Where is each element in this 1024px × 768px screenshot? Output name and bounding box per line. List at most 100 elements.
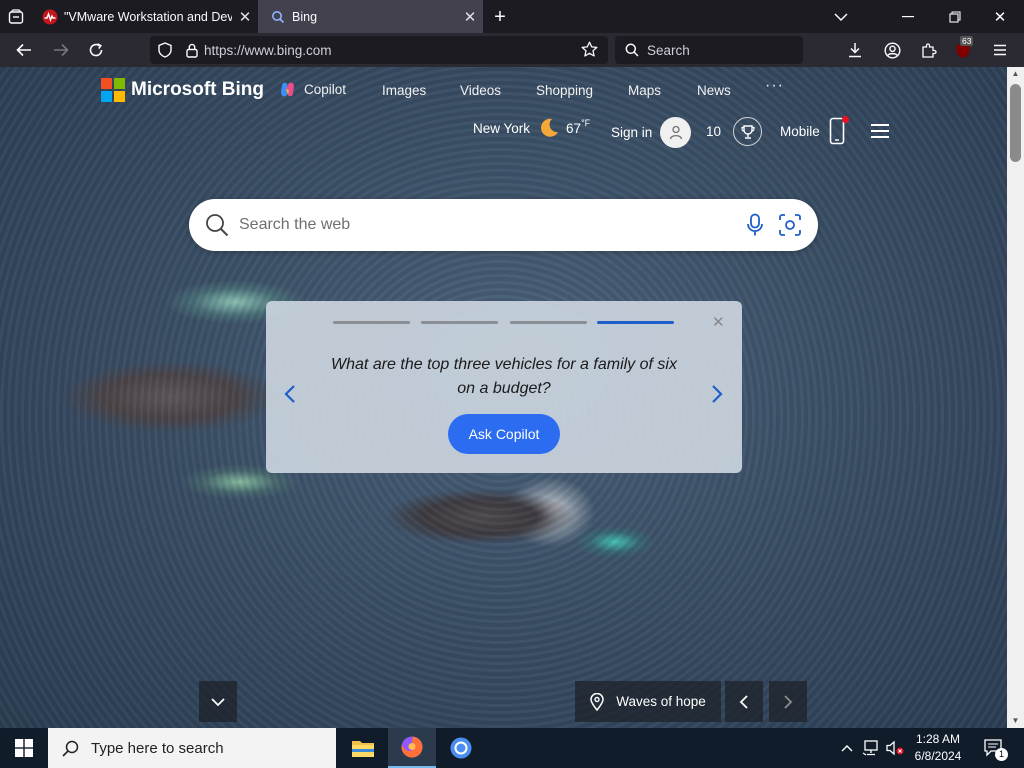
lock-icon[interactable]	[186, 43, 198, 58]
visual-search-camera-icon[interactable]	[778, 213, 802, 237]
avatar-icon	[660, 117, 692, 148]
scroll-up-arrow-icon[interactable]: ▲	[1007, 67, 1024, 81]
firefox-taskbar-button[interactable]	[388, 728, 436, 768]
mobile-label: Mobile	[780, 123, 820, 139]
search-input[interactable]: Search the web	[239, 216, 746, 234]
bookmark-star-icon[interactable]	[581, 41, 598, 58]
next-suggestion-chevron-icon[interactable]	[711, 384, 723, 404]
navigation-toolbar: https://www.bing.com Search 63	[0, 33, 1024, 67]
carousel-progress-2	[421, 321, 498, 324]
nav-news[interactable]: News	[697, 83, 731, 98]
taskbar-search-box[interactable]: Type here to search	[48, 728, 336, 768]
rewards-points: 10	[706, 124, 722, 139]
scrollbar-thumb[interactable]	[1010, 84, 1021, 162]
copilot-suggestion-card: ✕ What are the top three vehicles for a …	[266, 301, 742, 473]
notification-center-icon[interactable]: 1	[982, 737, 1008, 761]
list-all-tabs-chevron-icon[interactable]	[830, 6, 852, 28]
search-icon	[625, 43, 639, 57]
bing-menu-hamburger-icon[interactable]	[870, 123, 890, 139]
clock-date: 6/8/2024	[914, 749, 962, 763]
location-pin-icon	[590, 692, 604, 711]
chrome-taskbar-button[interactable]	[437, 728, 485, 768]
tab-title: "VMware Workstation and Devic	[64, 9, 232, 24]
copilot-icon	[279, 81, 296, 98]
windows-taskbar: Type here to search 1:28 AM 6/8/2024 1	[0, 728, 1024, 768]
nav-images[interactable]: Images	[382, 83, 426, 98]
back-arrow-icon[interactable]	[13, 40, 35, 60]
carousel-progress-4	[597, 321, 674, 324]
chevron-down-icon	[211, 697, 225, 706]
copilot-question[interactable]: What are the top three vehicles for a fa…	[326, 353, 682, 401]
system-clock[interactable]: 1:28 AM 6/8/2024	[905, 731, 971, 765]
weather-widget[interactable]: New York 67 °F	[473, 117, 590, 139]
taskbar-search-placeholder: Type here to search	[91, 739, 224, 757]
bing-search-box[interactable]: Search the web	[189, 199, 818, 251]
show-hidden-icons-chevron-icon[interactable]	[838, 738, 856, 758]
nav-label: Copilot	[304, 82, 347, 97]
search-icon	[205, 213, 229, 237]
close-tab-icon[interactable]: ✕	[457, 8, 483, 26]
nav-maps[interactable]: Maps	[628, 83, 661, 98]
file-explorer-button[interactable]	[339, 728, 387, 768]
image-info-button[interactable]: Waves of hope	[575, 681, 721, 722]
tab-bar: "VMware Workstation and Devic ✕ Bing ✕ +…	[0, 0, 1024, 33]
start-button[interactable]	[0, 728, 48, 768]
browser-search-placeholder: Search	[647, 42, 690, 58]
account-icon[interactable]	[881, 39, 903, 61]
address-bar[interactable]: https://www.bing.com	[150, 36, 608, 64]
close-tab-icon[interactable]: ✕	[232, 8, 258, 26]
extension-badge: 63	[960, 36, 974, 46]
chevron-left-icon	[739, 694, 748, 709]
restore-window-icon[interactable]	[944, 6, 966, 28]
search-favicon-icon	[270, 9, 286, 25]
tab-bing[interactable]: Bing ✕	[258, 0, 483, 33]
previous-suggestion-chevron-icon[interactable]	[284, 384, 296, 404]
next-image-button[interactable]	[769, 681, 807, 722]
nav-shopping[interactable]: Shopping	[536, 83, 593, 98]
folder-icon	[352, 741, 374, 757]
tracking-protection-shield-icon[interactable]	[158, 42, 172, 58]
reload-icon[interactable]	[85, 39, 107, 61]
nav-videos[interactable]: Videos	[460, 83, 501, 98]
close-card-icon[interactable]: ✕	[712, 313, 725, 331]
page-scrollbar[interactable]: ▲ ▼	[1007, 67, 1024, 728]
bing-homepage: Microsoft Bing Copilot Images Videos Sho…	[0, 67, 1007, 728]
nav-copilot[interactable]: Copilot	[279, 81, 346, 98]
vmware-favicon-icon	[42, 9, 58, 25]
minimize-window-icon[interactable]	[897, 6, 919, 28]
extensions-puzzle-icon[interactable]	[918, 39, 940, 61]
search-icon	[62, 740, 79, 757]
firefox-icon	[401, 736, 423, 758]
chevron-right-icon	[784, 694, 793, 709]
notification-dot	[841, 116, 849, 123]
browser-search-box[interactable]: Search	[615, 36, 803, 64]
sign-in-label: Sign in	[611, 125, 653, 140]
tab-overview-icon[interactable]	[6, 7, 26, 27]
tab-vmware[interactable]: "VMware Workstation and Devic ✕	[32, 0, 258, 33]
close-window-icon[interactable]: ✕	[989, 6, 1011, 28]
scroll-down-chevron-button[interactable]	[199, 681, 237, 722]
ask-copilot-button[interactable]: Ask Copilot	[448, 414, 560, 454]
rewards-button[interactable]: 10	[706, 117, 763, 146]
sign-in-button[interactable]: Sign in	[611, 117, 692, 148]
network-icon[interactable]	[861, 738, 881, 758]
rewards-trophy-icon	[733, 117, 763, 146]
forward-arrow-icon[interactable]	[50, 40, 72, 60]
url-text[interactable]: https://www.bing.com	[204, 43, 332, 58]
mobile-button[interactable]: Mobile	[780, 116, 849, 145]
more-nav-button[interactable]: ···	[765, 77, 784, 95]
ublock-extension-icon[interactable]: 63	[952, 36, 974, 61]
new-tab-plus-icon[interactable]: +	[489, 6, 511, 28]
temperature-unit: °F	[581, 118, 591, 128]
microsoft-bing-logo[interactable]: Microsoft Bing	[101, 78, 264, 102]
carousel-progress-3	[510, 321, 587, 324]
browser-app-icon	[450, 737, 472, 759]
volume-muted-icon[interactable]	[884, 738, 906, 758]
temperature-value: 67	[566, 120, 582, 136]
previous-image-button[interactable]	[725, 681, 763, 722]
tab-title: Bing	[292, 9, 318, 24]
downloads-icon[interactable]	[844, 39, 866, 61]
scroll-down-arrow-icon[interactable]: ▼	[1007, 714, 1024, 728]
app-menu-hamburger-icon[interactable]	[989, 39, 1011, 61]
microphone-icon[interactable]	[746, 213, 764, 237]
